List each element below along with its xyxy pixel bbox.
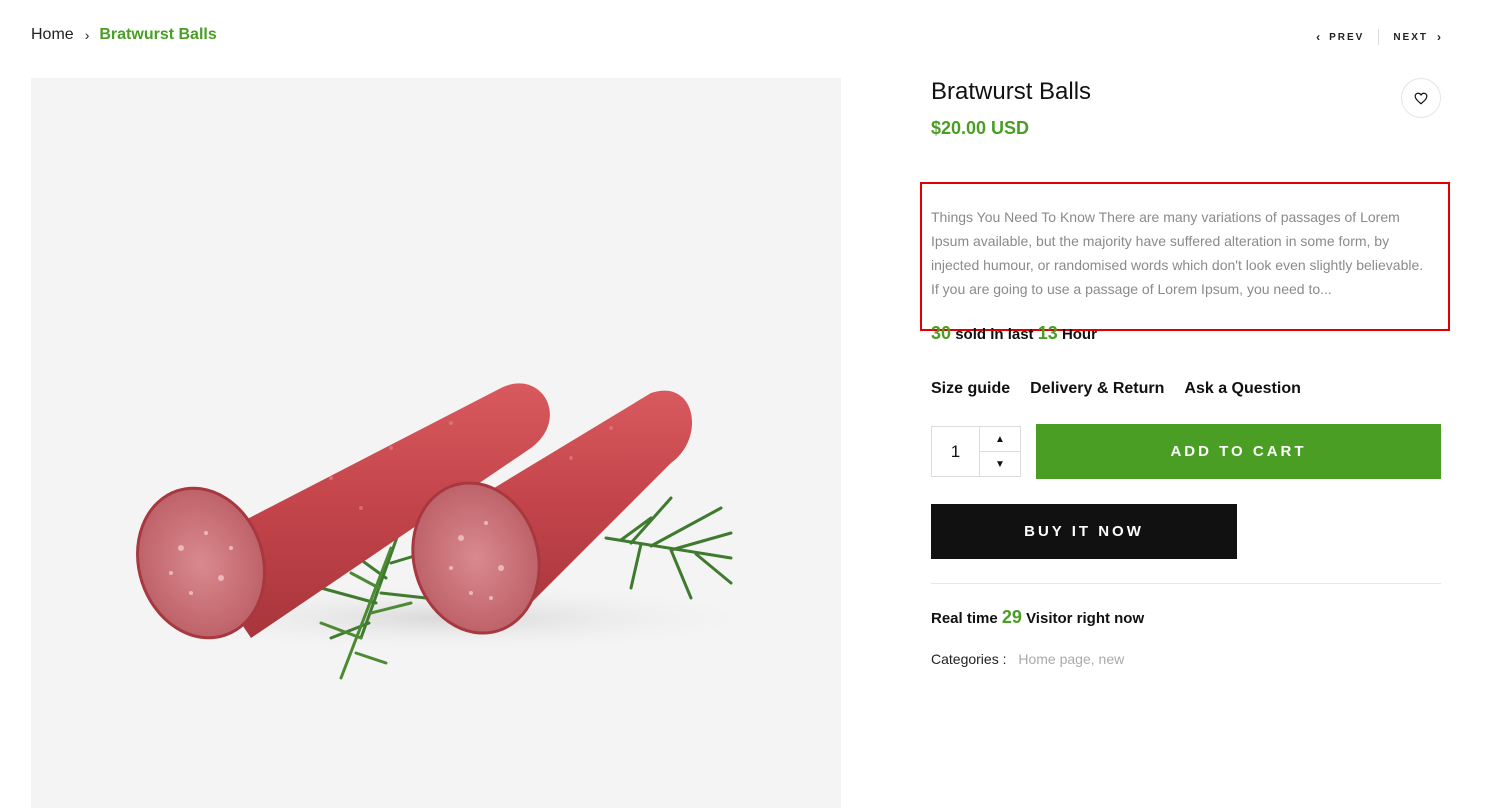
heart-icon	[1414, 92, 1428, 105]
quantity-input[interactable]: 1	[932, 427, 979, 476]
breadcrumb-current: Bratwurst Balls	[99, 26, 217, 43]
quantity-stepper: 1 ▲ ▼	[931, 426, 1021, 477]
product-title: Bratwurst Balls	[931, 78, 1092, 105]
quantity-increase-button[interactable]: ▲	[980, 427, 1020, 452]
product-image[interactable]	[31, 78, 841, 808]
pager-divider	[1378, 29, 1380, 45]
wishlist-button[interactable]	[1401, 78, 1441, 118]
size-guide-link[interactable]: Size guide	[931, 380, 1010, 398]
caret-up-icon: ▲	[995, 433, 1005, 445]
product-categories: Categories : Home page, new	[931, 651, 1124, 667]
buy-now-button[interactable]: BUY IT NOW	[931, 504, 1237, 559]
prev-product-link[interactable]: ‹ PREV	[1316, 30, 1364, 44]
visitors-count: 29	[1001, 607, 1022, 627]
quantity-decrease-button[interactable]: ▼	[980, 452, 1020, 476]
prev-label: PREV	[1329, 31, 1365, 43]
breadcrumb-separator: ›	[84, 27, 90, 43]
breadcrumb-home-link[interactable]: Home	[31, 26, 74, 44]
section-divider	[931, 583, 1441, 584]
product-pager: ‹ PREV NEXT ›	[1316, 29, 1441, 45]
delivery-return-link[interactable]: Delivery & Return	[1030, 380, 1164, 398]
sold-hours: 13	[1037, 323, 1058, 343]
chevron-left-icon: ‹	[1316, 30, 1321, 44]
categories-values[interactable]: Home page, new	[1018, 651, 1124, 667]
sold-counter: 30 sold in last 13 Hour	[931, 323, 1097, 344]
product-description: Things You Need To Know There are many v…	[931, 209, 1424, 297]
breadcrumb: Home › Bratwurst Balls	[31, 26, 217, 44]
chevron-right-icon: ›	[1437, 30, 1441, 44]
add-to-cart-button[interactable]: ADD TO CART	[1036, 424, 1441, 479]
sold-count: 30	[931, 323, 952, 343]
product-links: Size guide Delivery & Return Ask a Quest…	[931, 380, 1321, 398]
visitors-suffix: Visitor right now	[1026, 610, 1145, 627]
quantity-controls: ▲ ▼	[979, 427, 1020, 476]
sausage-illustration	[121, 383, 781, 680]
ask-question-link[interactable]: Ask a Question	[1184, 380, 1300, 398]
sold-suffix: Hour	[1061, 326, 1097, 343]
next-product-link[interactable]: NEXT ›	[1393, 30, 1441, 44]
sold-mid-text: sold in last	[955, 326, 1034, 343]
next-label: NEXT	[1393, 31, 1428, 43]
caret-down-icon: ▼	[995, 458, 1005, 470]
product-price: $20.00 USD	[931, 118, 1030, 138]
categories-label: Categories :	[931, 651, 1007, 667]
visitor-counter: Real time 29 Visitor right now	[931, 607, 1144, 628]
visitors-prefix: Real time	[931, 610, 998, 627]
